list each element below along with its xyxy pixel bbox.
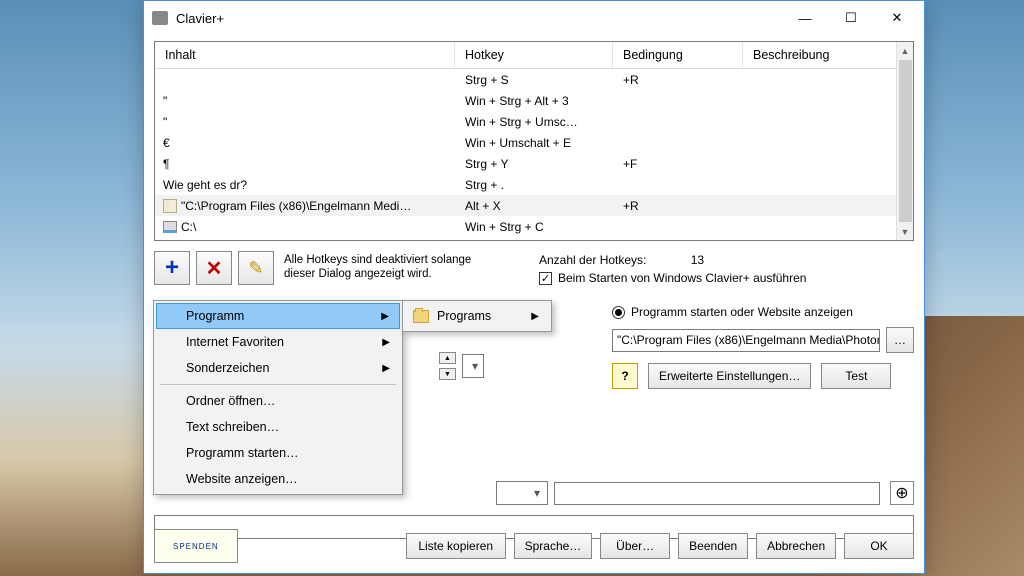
table-row[interactable]: Wie geht es dr?Strg + . [155, 174, 913, 195]
submenu-item-programs-label: Programs [437, 309, 491, 323]
menu-item-favoriten-label: Internet Favoriten [186, 335, 284, 349]
small-combo[interactable]: ▾ [462, 354, 484, 378]
cell-hotkey: Strg + Y [457, 157, 615, 171]
table-row[interactable]: "C:\Program Files (x86)\Engelmann Medi…A… [155, 195, 913, 216]
cell-inhalt: " [157, 115, 457, 129]
submenu-arrow-icon: ▶ [381, 311, 389, 322]
hint-text: Alle Hotkeys sind deaktiviert solange di… [284, 251, 529, 281]
table-row[interactable]: €Win + Umschalt + E [155, 132, 913, 153]
cell-hotkey: Strg + . [457, 178, 615, 192]
add-context-menu[interactable]: Programm ▶ Internet Favoriten ▶ Sonderze… [153, 300, 403, 495]
browse-button[interactable]: … [886, 327, 914, 353]
value-spinner[interactable]: ▲ ▼ [439, 352, 456, 380]
cell-bedingung: +R [615, 199, 745, 213]
autostart-label: Beim Starten von Windows Clavier+ ausfüh… [558, 271, 806, 285]
spin-up-icon[interactable]: ▲ [439, 352, 456, 364]
menu-item-programm-starten[interactable]: Programm starten… [156, 440, 400, 466]
ok-button[interactable]: OK [844, 533, 914, 559]
cell-inhalt: € [157, 136, 457, 150]
folder-icon [413, 310, 429, 323]
scroll-up-icon[interactable]: ▲ [897, 42, 913, 59]
table-row[interactable]: C:\Win + Strg + C [155, 216, 913, 237]
maximize-button[interactable]: ☐ [828, 3, 874, 33]
help-icon[interactable]: ? [612, 363, 638, 389]
table-row[interactable]: ¶Strg + Y+F [155, 153, 913, 174]
quit-button[interactable]: Beenden [678, 533, 748, 559]
programm-submenu[interactable]: Programs ▶ [402, 300, 552, 332]
hotkey-list[interactable]: Inhalt Hotkey Bedingung Beschreibung Str… [154, 41, 914, 241]
app-icon [152, 11, 168, 25]
menu-item-text[interactable]: Text schreiben… [156, 414, 400, 440]
cell-inhalt: ¶ [157, 157, 457, 171]
col-inhalt[interactable]: Inhalt [155, 42, 455, 68]
advanced-settings-button[interactable]: Erweiterte Einstellungen… [648, 363, 811, 389]
titlebar: Clavier+ — ☐ ✕ [144, 1, 924, 35]
wide-input[interactable] [554, 482, 880, 505]
submenu-arrow-icon: ▶ [382, 363, 390, 374]
cell-hotkey: Strg + S [457, 73, 615, 87]
cell-hotkey: Win + Strg + Umsc… [457, 115, 615, 129]
cell-hotkey: Win + Strg + C [457, 220, 615, 234]
table-row[interactable]: Strg + S+R [155, 69, 913, 90]
cancel-button[interactable]: Abbrechen [756, 533, 836, 559]
cell-bedingung: +F [615, 157, 745, 171]
hint-line1: Alle Hotkeys sind deaktiviert solange [284, 253, 529, 267]
delete-button[interactable]: ✕ [196, 251, 232, 285]
language-button[interactable]: Sprache… [514, 533, 592, 559]
target-picker-button[interactable]: ⊕ [890, 481, 914, 505]
cell-inhalt: Wie geht es dr? [157, 178, 457, 192]
submenu-arrow-icon: ▶ [531, 311, 539, 322]
submenu-arrow-icon: ▶ [382, 337, 390, 348]
program-path-input[interactable]: "C:\Program Files (x86)\Engelmann Media\… [612, 329, 880, 352]
spin-down-icon[interactable]: ▼ [439, 368, 456, 380]
start-program-radio[interactable] [612, 306, 625, 319]
list-header: Inhalt Hotkey Bedingung Beschreibung [155, 42, 913, 69]
table-row[interactable]: "Win + Strg + Alt + 3 [155, 90, 913, 111]
program-path-value: "C:\Program Files (x86)\Engelmann Media\… [617, 333, 880, 347]
col-hotkey[interactable]: Hotkey [455, 42, 613, 68]
start-program-label: Programm starten oder Website anzeigen [631, 305, 853, 319]
cell-hotkey: Win + Strg + Alt + 3 [457, 94, 615, 108]
note-icon [163, 199, 177, 213]
menu-item-sonderzeichen-label: Sonderzeichen [186, 361, 269, 375]
donate-button[interactable]: SPENDEN [154, 529, 238, 563]
list-scrollbar[interactable]: ▲ ▼ [896, 42, 913, 240]
menu-item-programm[interactable]: Programm ▶ [156, 303, 400, 329]
autostart-checkbox[interactable]: ✓ [539, 272, 552, 285]
count-value: 13 [652, 253, 742, 267]
menu-item-favoriten[interactable]: Internet Favoriten ▶ [156, 329, 400, 355]
copy-list-button[interactable]: Liste kopieren [406, 533, 506, 559]
drive-icon [163, 221, 177, 233]
close-button[interactable]: ✕ [874, 3, 920, 33]
cell-inhalt: C:\ [157, 220, 457, 234]
add-button[interactable]: + [154, 251, 190, 285]
count-label: Anzahl der Hotkeys: [539, 253, 646, 267]
test-button[interactable]: Test [821, 363, 891, 389]
table-row[interactable]: "Win + Strg + Umsc… [155, 111, 913, 132]
cell-bedingung: +R [615, 73, 745, 87]
col-bedingung[interactable]: Bedingung [613, 42, 743, 68]
menu-item-website[interactable]: Website anzeigen… [156, 466, 400, 492]
about-button[interactable]: Über… [600, 533, 670, 559]
cell-hotkey: Win + Umschalt + E [457, 136, 615, 150]
col-beschreibung[interactable]: Beschreibung [743, 42, 913, 68]
cell-inhalt: " [157, 94, 457, 108]
menu-item-programm-label: Programm [186, 309, 244, 323]
hint-line2: dieser Dialog angezeigt wird. [284, 267, 529, 281]
menu-separator [160, 384, 396, 385]
submenu-item-programs[interactable]: Programs ▶ [405, 303, 549, 329]
cell-hotkey: Alt + X [457, 199, 615, 213]
edit-button[interactable]: ✎ [238, 251, 274, 285]
scroll-down-icon[interactable]: ▼ [897, 223, 913, 240]
window-title: Clavier+ [176, 11, 782, 26]
cell-inhalt: "C:\Program Files (x86)\Engelmann Medi… [157, 199, 457, 213]
menu-item-ordner[interactable]: Ordner öffnen… [156, 388, 400, 414]
minimize-button[interactable]: — [782, 3, 828, 33]
donate-label: SPENDEN [157, 542, 235, 551]
scroll-thumb[interactable] [899, 60, 912, 222]
condition-combo[interactable]: ▾ [496, 481, 548, 505]
menu-item-sonderzeichen[interactable]: Sonderzeichen ▶ [156, 355, 400, 381]
